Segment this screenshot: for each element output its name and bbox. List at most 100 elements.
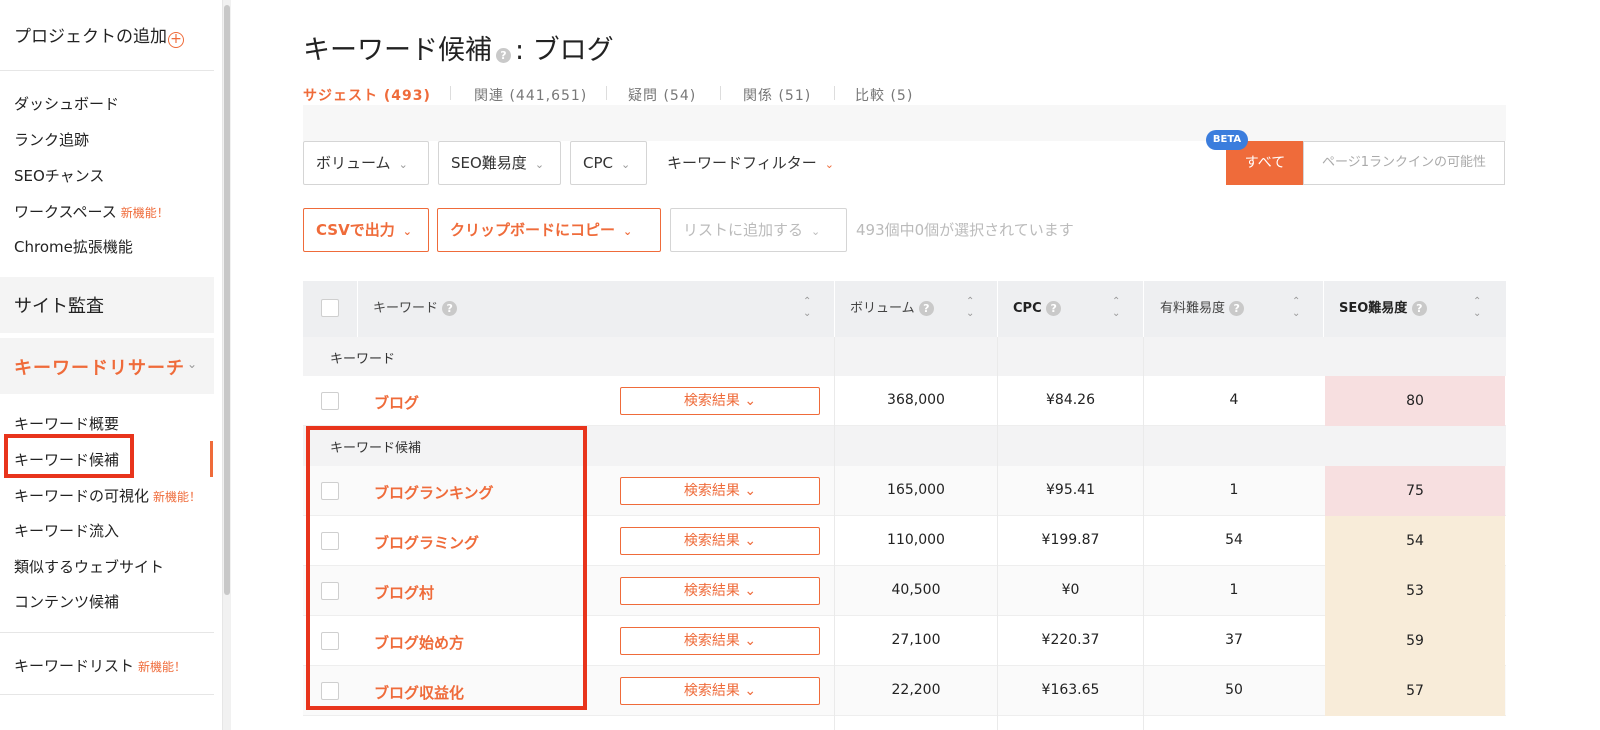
serp-button-label: 検索結果 xyxy=(683,583,740,599)
sidebar-item-seo-opportunities[interactable]: SEOチャンス xyxy=(14,165,104,186)
group-label: キーワード xyxy=(330,352,396,367)
cpc-cell: ¥95.41 xyxy=(1046,482,1095,498)
cpc-filter-label: CPC xyxy=(583,154,613,172)
paid-difficulty-cell: 1 xyxy=(1229,482,1239,498)
sort-icon[interactable]: ⌃ ⌄ xyxy=(803,296,811,320)
column-divider xyxy=(834,337,835,730)
chevron-down-icon: ⌄ xyxy=(739,393,757,409)
page-title-main: キーワード候補 xyxy=(303,35,492,66)
tab-suggest[interactable]: サジェスト (493) xyxy=(303,85,431,105)
sidebar-item-label: SEOチャンス xyxy=(14,167,105,185)
column-header-paid-difficulty[interactable]: 有料難易度 ? xyxy=(1160,281,1245,337)
tab-divider xyxy=(606,86,607,100)
seo-difficulty-filter-label: SEO難易度 xyxy=(451,154,527,172)
help-icon[interactable]: ? xyxy=(1046,301,1062,316)
copy-clipboard-label: クリップボードにコピー xyxy=(450,221,616,239)
help-icon[interactable]: ? xyxy=(1411,301,1427,316)
chevron-down-icon: ⌄ xyxy=(534,158,545,171)
select-all-checkbox[interactable] xyxy=(321,299,339,317)
sidebar-item-similar-websites[interactable]: 類似するウェブサイト xyxy=(14,556,164,577)
sidebar-item-content-ideas[interactable]: コンテンツ候補 xyxy=(14,591,119,612)
chevron-down-icon: ⌄ xyxy=(739,683,757,699)
row-checkbox[interactable] xyxy=(321,392,339,410)
tab-prepositions[interactable]: 関係 (51) xyxy=(743,85,811,105)
seo-difficulty-cell: 54 xyxy=(1325,516,1505,566)
serp-button[interactable]: 検索結果 ⌄ xyxy=(620,677,820,705)
sidebar-item-label: キーワード流入 xyxy=(14,522,120,540)
serp-button[interactable]: 検索結果 ⌄ xyxy=(620,577,820,605)
chevron-down-icon: ⌄ xyxy=(739,583,757,599)
keyword-filter-dropdown[interactable]: キーワードフィルター ⌄ xyxy=(667,152,834,173)
copy-clipboard-button[interactable]: クリップボードにコピー ⌄ xyxy=(437,208,661,252)
add-project-label: プロジェクトの追加 xyxy=(14,27,167,47)
help-icon[interactable]: ? xyxy=(918,301,934,316)
serp-button[interactable]: 検索結果 ⌄ xyxy=(620,387,820,415)
sidebar-item-keyword-list[interactable]: キーワードリスト 新機能！ xyxy=(14,655,186,676)
ranking-page1-toggle[interactable]: ページ1ランクインの可能性 xyxy=(1303,141,1505,185)
chevron-down-icon: ⌄ xyxy=(739,533,757,549)
sidebar: プロジェクトの追加 + ダッシュボード ランク追跡 SEOチャンス ワークスペース… xyxy=(0,0,218,730)
sidebar-item-workspace[interactable]: ワークスペース 新機能！ xyxy=(14,201,169,222)
sidebar-item-keyword-traffic[interactable]: キーワード流入 xyxy=(14,520,119,541)
sort-icon[interactable]: ⌃ ⌄ xyxy=(966,296,974,320)
csv-export-label: CSVで出力 xyxy=(316,221,395,239)
add-project-button[interactable]: プロジェクトの追加 + xyxy=(14,22,184,48)
serp-button-label: 検索結果 xyxy=(683,393,740,409)
column-header-label: CPC xyxy=(1013,301,1042,316)
volume-filter-dropdown[interactable]: ボリューム ⌄ xyxy=(303,141,429,185)
sidebar-item-label: Chrome拡張機能 xyxy=(14,238,133,256)
sidebar-section-site-audit[interactable]: サイト監査 xyxy=(0,277,214,333)
column-header-volume[interactable]: ボリューム ? xyxy=(850,281,934,337)
serp-button-label: 検索結果 xyxy=(683,633,740,649)
help-icon[interactable]: ? xyxy=(496,48,511,63)
column-divider xyxy=(997,337,998,730)
sidebar-item-keyword-visualization[interactable]: キーワードの可視化 新機能！ xyxy=(14,485,201,506)
seo-difficulty-cell: 59 xyxy=(1325,616,1505,666)
sidebar-item-rank-tracking[interactable]: ランク追跡 xyxy=(14,129,89,150)
volume-cell: 27,100 xyxy=(891,632,941,648)
new-badge: 新機能！ xyxy=(138,660,187,674)
sidebar-item-keyword-overview[interactable]: キーワード概要 xyxy=(14,413,119,434)
column-header-cpc[interactable]: CPC ? xyxy=(1013,281,1062,337)
column-header-label: キーワード xyxy=(373,301,439,316)
serp-button[interactable]: 検索結果 ⌄ xyxy=(620,477,820,505)
cpc-filter-dropdown[interactable]: CPC ⌄ xyxy=(570,141,647,185)
sort-icon[interactable]: ⌃ ⌄ xyxy=(1473,296,1481,320)
column-divider xyxy=(1143,281,1144,337)
serp-button[interactable]: 検索結果 ⌄ xyxy=(620,527,820,555)
seo-difficulty-filter-dropdown[interactable]: SEO難易度 ⌄ xyxy=(438,141,561,185)
paid-difficulty-cell: 37 xyxy=(1225,632,1243,648)
sort-icon[interactable]: ⌃ ⌄ xyxy=(1292,296,1300,320)
column-header-keyword[interactable]: キーワード ? xyxy=(373,281,458,337)
help-icon[interactable]: ? xyxy=(1229,301,1245,316)
column-header-seo-difficulty[interactable]: SEO難易度 ? xyxy=(1339,281,1427,337)
volume-filter-label: ボリューム xyxy=(316,154,391,172)
sort-icon[interactable]: ⌃ ⌄ xyxy=(1112,296,1120,320)
help-icon[interactable]: ? xyxy=(442,301,458,316)
cpc-cell: ¥220.37 xyxy=(1041,632,1100,648)
sidebar-item-label: キーワードの可視化 xyxy=(14,487,150,505)
sidebar-item-dashboard[interactable]: ダッシュボード xyxy=(14,93,119,114)
keyword-link[interactable]: ブログ xyxy=(374,392,419,413)
page-title-suffix: : ブログ xyxy=(515,35,614,66)
add-to-list-button[interactable]: リストに追加する ⌄ xyxy=(670,208,847,252)
highlight-box-sidebar xyxy=(4,434,134,478)
serp-button-label: 検索結果 xyxy=(683,533,740,549)
new-badge: 新機能！ xyxy=(120,206,169,220)
tab-questions[interactable]: 疑問 (54) xyxy=(628,85,696,105)
sidebar-section-keyword-research[interactable]: キーワードリサーチ ⌄ xyxy=(0,338,214,394)
csv-export-button[interactable]: CSVで出力 ⌄ xyxy=(303,208,429,252)
paid-difficulty-cell: 4 xyxy=(1229,392,1239,408)
filter-bar-background xyxy=(303,105,1506,141)
sidebar-item-label: キーワードリスト xyxy=(14,657,135,675)
paid-difficulty-cell: 50 xyxy=(1225,682,1243,698)
chevron-down-icon: ⌄ xyxy=(739,483,757,499)
sidebar-item-chrome-extension[interactable]: Chrome拡張機能 xyxy=(14,236,133,257)
column-divider xyxy=(357,281,358,337)
scrollbar-thumb[interactable] xyxy=(224,5,230,595)
chevron-down-icon: ⌄ xyxy=(398,158,408,171)
tab-comparisons[interactable]: 比較 (5) xyxy=(855,85,913,105)
tab-related[interactable]: 関連 (441,651) xyxy=(474,85,587,105)
serp-button[interactable]: 検索結果 ⌄ xyxy=(620,627,820,655)
plus-circle-icon[interactable]: + xyxy=(168,32,184,48)
